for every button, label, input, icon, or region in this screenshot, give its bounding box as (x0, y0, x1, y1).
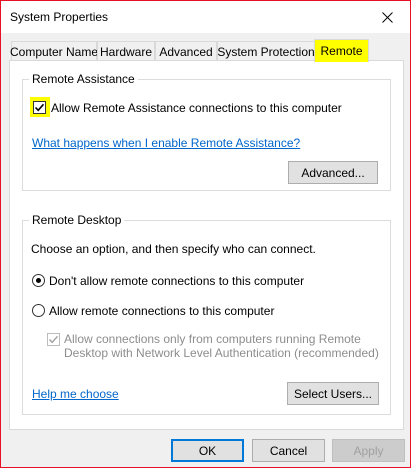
cancel-button[interactable]: Cancel (252, 439, 325, 462)
allow-remote-assistance-label[interactable]: Allow Remote Assistance connections to t… (51, 101, 342, 115)
close-button[interactable] (365, 1, 410, 33)
checkmark-icon (34, 103, 45, 112)
nla-label-line1: Allow connections only from computers ru… (64, 332, 361, 346)
tab-strip: Computer Name Hardware Advanced System P… (9, 39, 404, 62)
tab-advanced[interactable]: Advanced (155, 41, 217, 61)
ok-button[interactable]: OK (171, 439, 244, 462)
dont-allow-remote-radio[interactable] (32, 274, 45, 287)
remote-desktop-group-label: Remote Desktop (29, 213, 125, 227)
nla-label-line2: Desktop with Network Level Authenticatio… (64, 346, 379, 360)
allow-remote-assistance-checkbox[interactable] (33, 101, 46, 114)
remote-assistance-help-link[interactable]: What happens when I enable Remote Assist… (32, 136, 300, 150)
allow-remote-radio[interactable] (32, 304, 45, 317)
tab-system-protection[interactable]: System Protection (217, 41, 315, 61)
window-title: System Properties (10, 10, 109, 24)
apply-button[interactable]: Apply (332, 439, 405, 462)
select-users-button[interactable]: Select Users... (287, 382, 379, 405)
advanced-button[interactable]: Advanced... (288, 161, 378, 184)
remote-desktop-group: Remote Desktop Choose an option, and the… (22, 213, 391, 415)
allow-remote-label[interactable]: Allow remote connections to this compute… (49, 304, 274, 318)
title-bar[interactable]: System Properties (1, 1, 410, 33)
dont-allow-remote-label[interactable]: Don't allow remote connections to this c… (49, 274, 304, 288)
tab-remote[interactable]: Remote (314, 39, 369, 62)
tab-hardware[interactable]: Hardware (97, 41, 155, 61)
checkmark-icon (48, 335, 59, 344)
nla-checkbox[interactable] (47, 333, 60, 346)
system-properties-window: System Properties Computer Name Hardware… (0, 0, 411, 468)
remote-assistance-group: Remote Assistance Allow Remote Assistanc… (22, 72, 391, 191)
help-me-choose-link[interactable]: Help me choose (32, 387, 119, 401)
radio-selected-dot (36, 278, 41, 283)
remote-desktop-intro: Choose an option, and then specify who c… (31, 242, 316, 256)
remote-assistance-group-label: Remote Assistance (29, 72, 138, 86)
tab-panel-remote: Remote Assistance Allow Remote Assistanc… (9, 60, 404, 430)
close-icon (382, 11, 393, 23)
tab-computer-name[interactable]: Computer Name (10, 41, 98, 61)
